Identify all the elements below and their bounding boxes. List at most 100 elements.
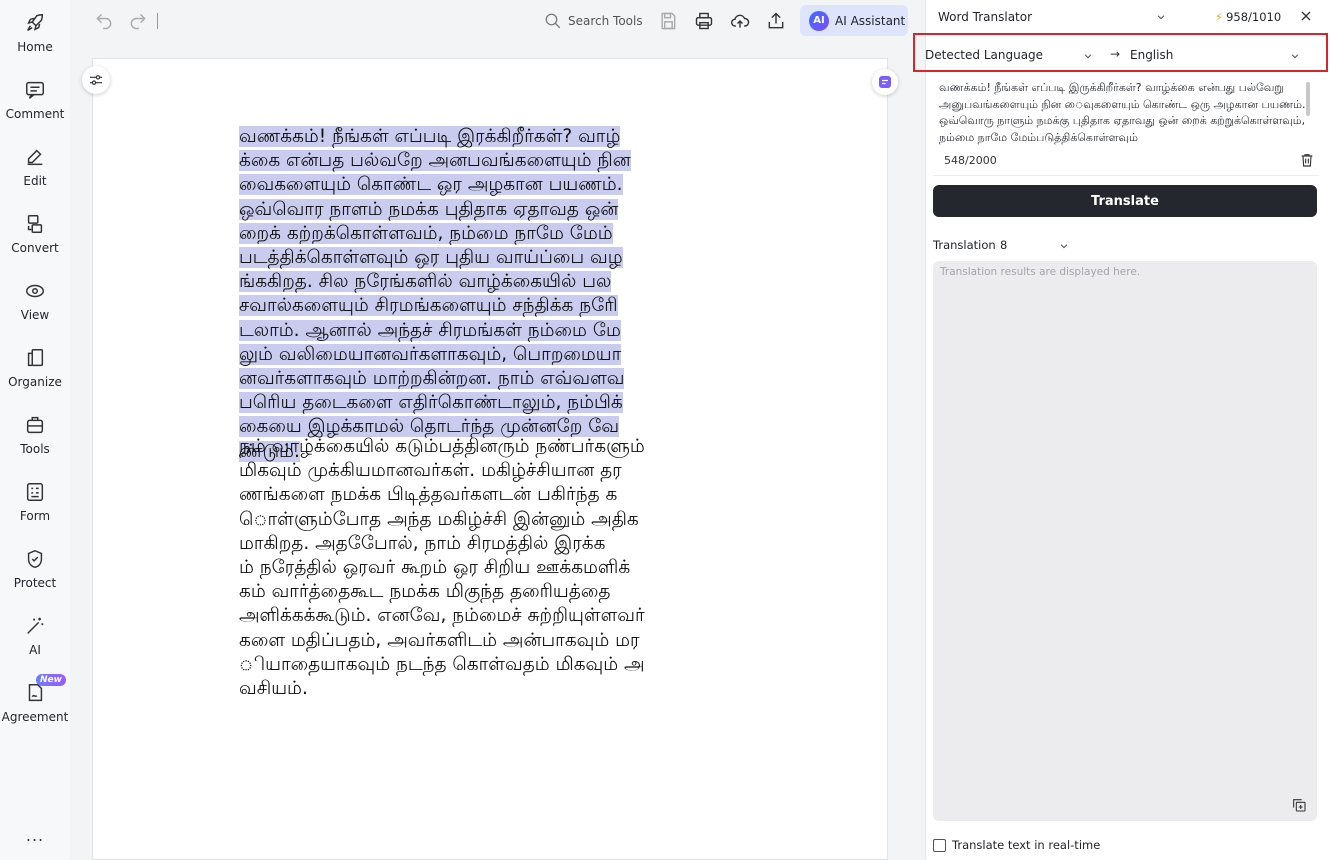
realtime-checkbox[interactable] xyxy=(933,838,946,852)
text-line: படத்திக்கொள்ளவும் ஒர புதிய வாய்ப்பை வழ xyxy=(239,246,739,270)
undo-button[interactable] xyxy=(92,9,116,33)
translation-result-box[interactable]: Translation results are displayed here. xyxy=(933,261,1317,821)
nav-organize[interactable]: Organize xyxy=(0,339,70,399)
text-line: ொள்ளும்போத அந்த மகிழ்ச்சி இன்னும் அதிக xyxy=(239,508,739,532)
text-line: ியாதையாகவும் நடந்த கொள்வதம் மிகவும் அ xyxy=(239,653,739,677)
text-line: வணக்கம்! நீங்கள் எப்படி இரக்கிறீர்கள்? வ… xyxy=(239,125,739,149)
notes-icon xyxy=(879,76,891,88)
text-line-content: ம் நரேத்தில் ஒரவர் கூறம் ஒர சிறிய ஊக்கமள… xyxy=(239,557,631,579)
source-text-box[interactable]: வணக்கம்! நீங்கள் எப்படி இருக்கிறீர்கள்? … xyxy=(933,78,1319,176)
result-placeholder: Translation results are displayed here. xyxy=(940,266,1141,278)
text-line-content: னவர்களாகவும் மாற்றகின்றன. நாம் எவ்வளவ xyxy=(239,368,625,390)
text-line: ஒவ்வொர நாளம் நமக்க புதிதாக ஏதாவத ஒன் xyxy=(239,198,739,222)
scrollbar[interactable] xyxy=(1306,82,1310,116)
target-language-select[interactable]: English xyxy=(1130,48,1173,62)
text-line: அளிக்கக்கூடும். எனவே, நம்மைச் சுற்றியுள்… xyxy=(239,604,739,628)
nav-protect[interactable]: Protect xyxy=(0,540,70,600)
nav-comment[interactable]: Comment xyxy=(0,71,70,131)
close-icon[interactable] xyxy=(1298,8,1314,24)
chevron-down-icon[interactable] xyxy=(1156,12,1166,22)
chevron-down-icon[interactable] xyxy=(1290,51,1300,61)
translator-title[interactable]: Word Translator xyxy=(938,10,1032,24)
nav-label: Tools xyxy=(20,442,50,456)
side-panel-button[interactable] xyxy=(872,69,898,95)
nav-form[interactable]: Form xyxy=(0,473,70,533)
save-button[interactable] xyxy=(656,9,680,33)
undo-icon xyxy=(96,13,112,30)
ai-assistant-button[interactable]: AI AI Assistant xyxy=(800,5,908,36)
redo-button[interactable] xyxy=(126,9,150,33)
text-line: வைகளையும் கொண்ட ஒர அழகான பயணம். xyxy=(239,173,739,197)
nav-edit[interactable]: Edit xyxy=(0,138,70,198)
nav-ai[interactable]: AI xyxy=(0,607,70,667)
text-line-content: கம் வார்த்தைகூட நமக்க மிகுந்த தரைியத்தை xyxy=(239,581,611,603)
chevron-down-icon[interactable] xyxy=(1059,241,1069,251)
text-line-content: டலாம். ஆனால் அந்தச் சிரமங்கள் நம்மை மே xyxy=(239,319,621,341)
nav-label: Agreement xyxy=(1,710,69,724)
source-text[interactable]: வணக்கம்! நீங்கள் எப்படி இருக்கிறீர்கள்? … xyxy=(939,80,1307,148)
text-line: வசியம். xyxy=(239,677,739,701)
convert-icon xyxy=(27,215,43,233)
text-line-content: ொள்ளும்போத அந்த மகிழ்ச்சி இன்னும் அதிக xyxy=(239,508,639,530)
nav-convert[interactable]: Convert xyxy=(0,205,70,265)
text-line: களை மதிப்பதம், அவர்களிடம் அன்பாகவும் மர xyxy=(239,629,739,653)
text-line: றைக் கற்றக்கொள்ளவம், நம்மை நாமே மேம் xyxy=(239,222,739,246)
font-size-select[interactable]: 8 xyxy=(1000,238,1007,252)
cloud-upload-icon xyxy=(731,14,750,28)
nav-label: AI xyxy=(29,643,41,657)
toolbox-icon xyxy=(26,416,44,434)
chevron-down-icon[interactable] xyxy=(1083,51,1093,61)
more-options-button[interactable]: ... xyxy=(22,826,48,846)
toolbar-divider xyxy=(157,13,158,29)
ai-assistant-label: AI Assistant xyxy=(835,13,906,28)
share-button[interactable] xyxy=(764,9,788,33)
text-line: மிகவும் முக்கியமானவர்கள். மகிழ்ச்சியான த… xyxy=(239,459,739,483)
text-line-content: றைக் கற்றக்கொள்ளவம், நம்மை நாமே மேம் xyxy=(239,222,613,244)
text-line: பரெிய தடைகளை எதிர்கொண்டாலும், நம்பிக் xyxy=(239,391,739,415)
credits-value: 958/1010 xyxy=(1226,10,1282,24)
search-tools-label: Search Tools xyxy=(568,14,643,28)
text-line-content: வைகளையும் கொண்ட ஒர அழகான பயணம். xyxy=(239,174,623,196)
search-tools[interactable]: Search Tools xyxy=(544,9,643,33)
comment-icon xyxy=(26,81,44,99)
realtime-translate-row[interactable]: Translate text in real-time xyxy=(933,838,1100,852)
nav-view[interactable]: View xyxy=(0,272,70,332)
magic-wand-icon xyxy=(27,617,44,634)
cloud-upload-button[interactable] xyxy=(728,9,752,33)
printer-icon xyxy=(695,12,713,30)
translate-button[interactable]: Translate xyxy=(933,185,1317,217)
trash-icon[interactable] xyxy=(1299,152,1315,168)
text-line: சவால்களையும் சிரமங்களையும் சந்திக்க நரேி xyxy=(239,294,739,318)
left-nav: Home Comment Edit Convert View Organize … xyxy=(0,0,70,860)
nav-tools[interactable]: Tools xyxy=(0,406,70,466)
selected-paragraph[interactable]: வணக்கம்! நீங்கள் எப்படி இரக்கிறீர்கள்? வ… xyxy=(239,125,739,464)
text-line-content: படத்திக்கொள்ளவும் ஒர புதிய வாய்ப்பை வழ xyxy=(239,247,623,269)
nav-agreement[interactable]: New Agreement xyxy=(0,674,70,734)
document-page: வணக்கம்! நீங்கள் எப்படி இரக்கிறீர்கள்? வ… xyxy=(92,58,888,860)
print-button[interactable] xyxy=(692,9,716,33)
filter-settings-button[interactable] xyxy=(82,66,110,94)
nav-home[interactable]: Home xyxy=(0,4,70,64)
sliders-icon xyxy=(90,75,102,85)
paragraph[interactable]: நம் வாழ்க்கையில் கடும்பத்தினரும் நண்பர்க… xyxy=(239,435,739,701)
text-line-content: அளிக்கக்கூடும். எனவே, நம்மைச் சுற்றியுள்… xyxy=(239,605,645,627)
copy-icon[interactable] xyxy=(1291,797,1307,813)
text-line-content: ியாதையாகவும் நடந்த கொள்வதம் மிகவும் அ xyxy=(239,653,645,675)
text-line-content: களை மதிப்பதம், அவர்களிடம் அன்பாகவும் மர xyxy=(239,629,640,651)
edit-icon xyxy=(27,149,43,166)
nav-label: Edit xyxy=(23,174,47,188)
nav-label: View xyxy=(20,308,50,322)
lightning-icon: ⚡ xyxy=(1215,10,1224,24)
text-line: ணங்களை நமக்க பிடித்தவர்களடன் பகிர்ந்த க xyxy=(239,483,739,507)
text-line-content: வணக்கம்! நீங்கள் எப்படி இரக்கிறீர்கள்? வ… xyxy=(239,126,621,147)
redo-icon xyxy=(130,13,146,30)
top-toolbar: Search Tools AI AI Assistant xyxy=(72,0,918,42)
text-line-content: மாகிறத. அதபேோல், நாம் சிரமத்தில் இரக்க xyxy=(239,532,606,554)
shield-icon xyxy=(27,549,43,569)
language-selector-row: Detected Language → English xyxy=(913,33,1328,72)
text-line-content: ணங்களை நமக்க பிடித்தவர்களடன் பகிர்ந்த க xyxy=(239,484,618,506)
text-line-content: ங்ககிறத. சில நரேங்களில் வாழ்க்கையில் பல xyxy=(239,271,612,293)
document-area: வணக்கம்! நீங்கள் எப்படி இரக்கிறீர்கள்? வ… xyxy=(72,42,918,860)
nav-label: Home xyxy=(17,40,53,54)
source-language-select[interactable]: Detected Language xyxy=(925,48,1075,62)
